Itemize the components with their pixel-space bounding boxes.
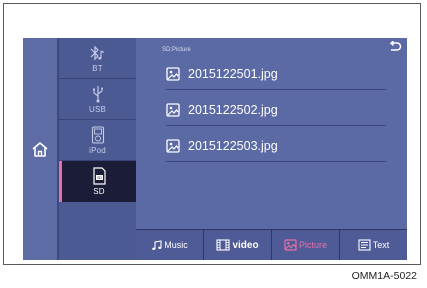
tab-label: video: [232, 239, 259, 251]
media-screen: BT USB iPod SD SD SD:Picture 2015122501.…: [23, 38, 407, 260]
file-name: 2015122503.jpg: [188, 139, 278, 153]
source-label: BT: [92, 63, 103, 73]
tab-music[interactable]: Music: [136, 229, 204, 260]
tab-label: Music: [164, 240, 188, 250]
back-icon[interactable]: [388, 41, 402, 53]
source-sd-button[interactable]: SD SD: [59, 161, 136, 202]
tab-text[interactable]: Text: [340, 229, 407, 260]
text-doc-icon: [358, 239, 371, 251]
source-usb-button[interactable]: USB: [59, 79, 136, 120]
home-button[interactable]: [23, 38, 59, 260]
sd-card-icon: SD: [93, 167, 106, 185]
file-list-item[interactable]: 2015122502.jpg: [166, 95, 386, 126]
tab-video[interactable]: video: [204, 229, 272, 260]
usb-icon: [92, 85, 103, 102]
file-browser: SD:Picture 2015122501.jpg 2015122502.jpg: [136, 38, 407, 260]
source-list: BT USB iPod SD SD: [59, 38, 136, 260]
source-label: SD: [93, 187, 105, 196]
source-ipod-button[interactable]: iPod: [59, 120, 136, 161]
file-name: 2015122502.jpg: [188, 103, 278, 117]
tab-label: Text: [372, 240, 390, 250]
tab-picture[interactable]: Picture: [272, 229, 340, 260]
file-list-item[interactable]: 2015122501.jpg: [166, 59, 386, 90]
ipod-icon: [91, 125, 104, 144]
image-file-icon: [166, 139, 180, 153]
source-bt-button[interactable]: BT: [59, 38, 136, 79]
file-list-item[interactable]: 2015122503.jpg: [166, 131, 386, 162]
image-file-icon: [166, 67, 180, 81]
picture-icon: [284, 239, 297, 251]
image-file-icon: [166, 103, 180, 117]
bluetooth-music-icon: [90, 45, 104, 60]
film-icon: [216, 239, 230, 251]
file-name: 2015122501.jpg: [188, 67, 278, 81]
media-type-tabs: Music video Picture Text: [136, 229, 407, 260]
tab-label: Picture: [298, 240, 327, 250]
home-icon: [32, 141, 48, 157]
current-path: SD:Picture: [162, 47, 191, 53]
music-note-icon: [152, 239, 162, 250]
source-label: iPod: [89, 145, 106, 155]
source-label: USB: [88, 104, 107, 114]
svg-text:SD: SD: [97, 176, 102, 180]
figure-caption: OMM1A-5022: [351, 270, 417, 282]
